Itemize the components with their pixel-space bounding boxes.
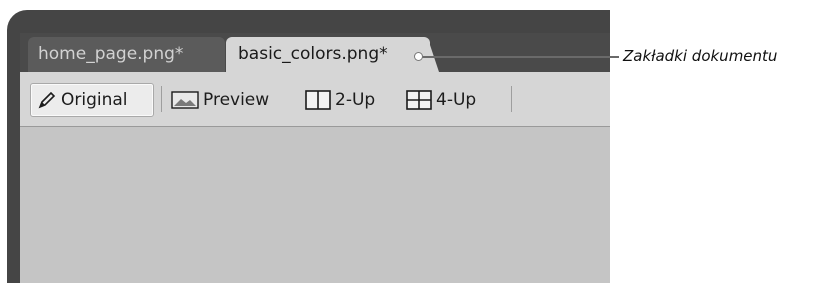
- callout-label: Zakładki dokumentu: [623, 47, 778, 65]
- toolbar-divider: [161, 86, 162, 112]
- two-up-icon: [305, 90, 331, 110]
- preview-view-button[interactable]: Preview: [171, 83, 291, 117]
- preview-view-label: Preview: [203, 90, 270, 110]
- callout-leader-line: [419, 56, 619, 58]
- document-tab-strip: home_page.png* basic_colors.png*: [20, 33, 610, 72]
- view-toolbar: Original Preview 2-Up 4-Up: [20, 72, 610, 127]
- document-canvas[interactable]: [20, 127, 610, 283]
- two-up-view-label: 2-Up: [335, 90, 376, 110]
- document-window: home_page.png* basic_colors.png* Origina…: [20, 33, 610, 283]
- image-preview-icon: [171, 91, 199, 109]
- original-view-button[interactable]: Original: [30, 83, 154, 117]
- toolbar-divider: [511, 86, 512, 112]
- four-up-view-label: 4-Up: [436, 90, 477, 110]
- callout-anchor-dot: [414, 52, 423, 61]
- original-view-label: Original: [61, 90, 128, 110]
- four-up-icon: [406, 90, 432, 110]
- pencil-icon: [37, 90, 57, 110]
- tab-basic-colors[interactable]: basic_colors.png*: [226, 37, 439, 72]
- two-up-view-button[interactable]: 2-Up: [305, 83, 391, 117]
- tab-home-page[interactable]: home_page.png*: [28, 37, 225, 72]
- four-up-view-button[interactable]: 4-Up: [406, 83, 496, 117]
